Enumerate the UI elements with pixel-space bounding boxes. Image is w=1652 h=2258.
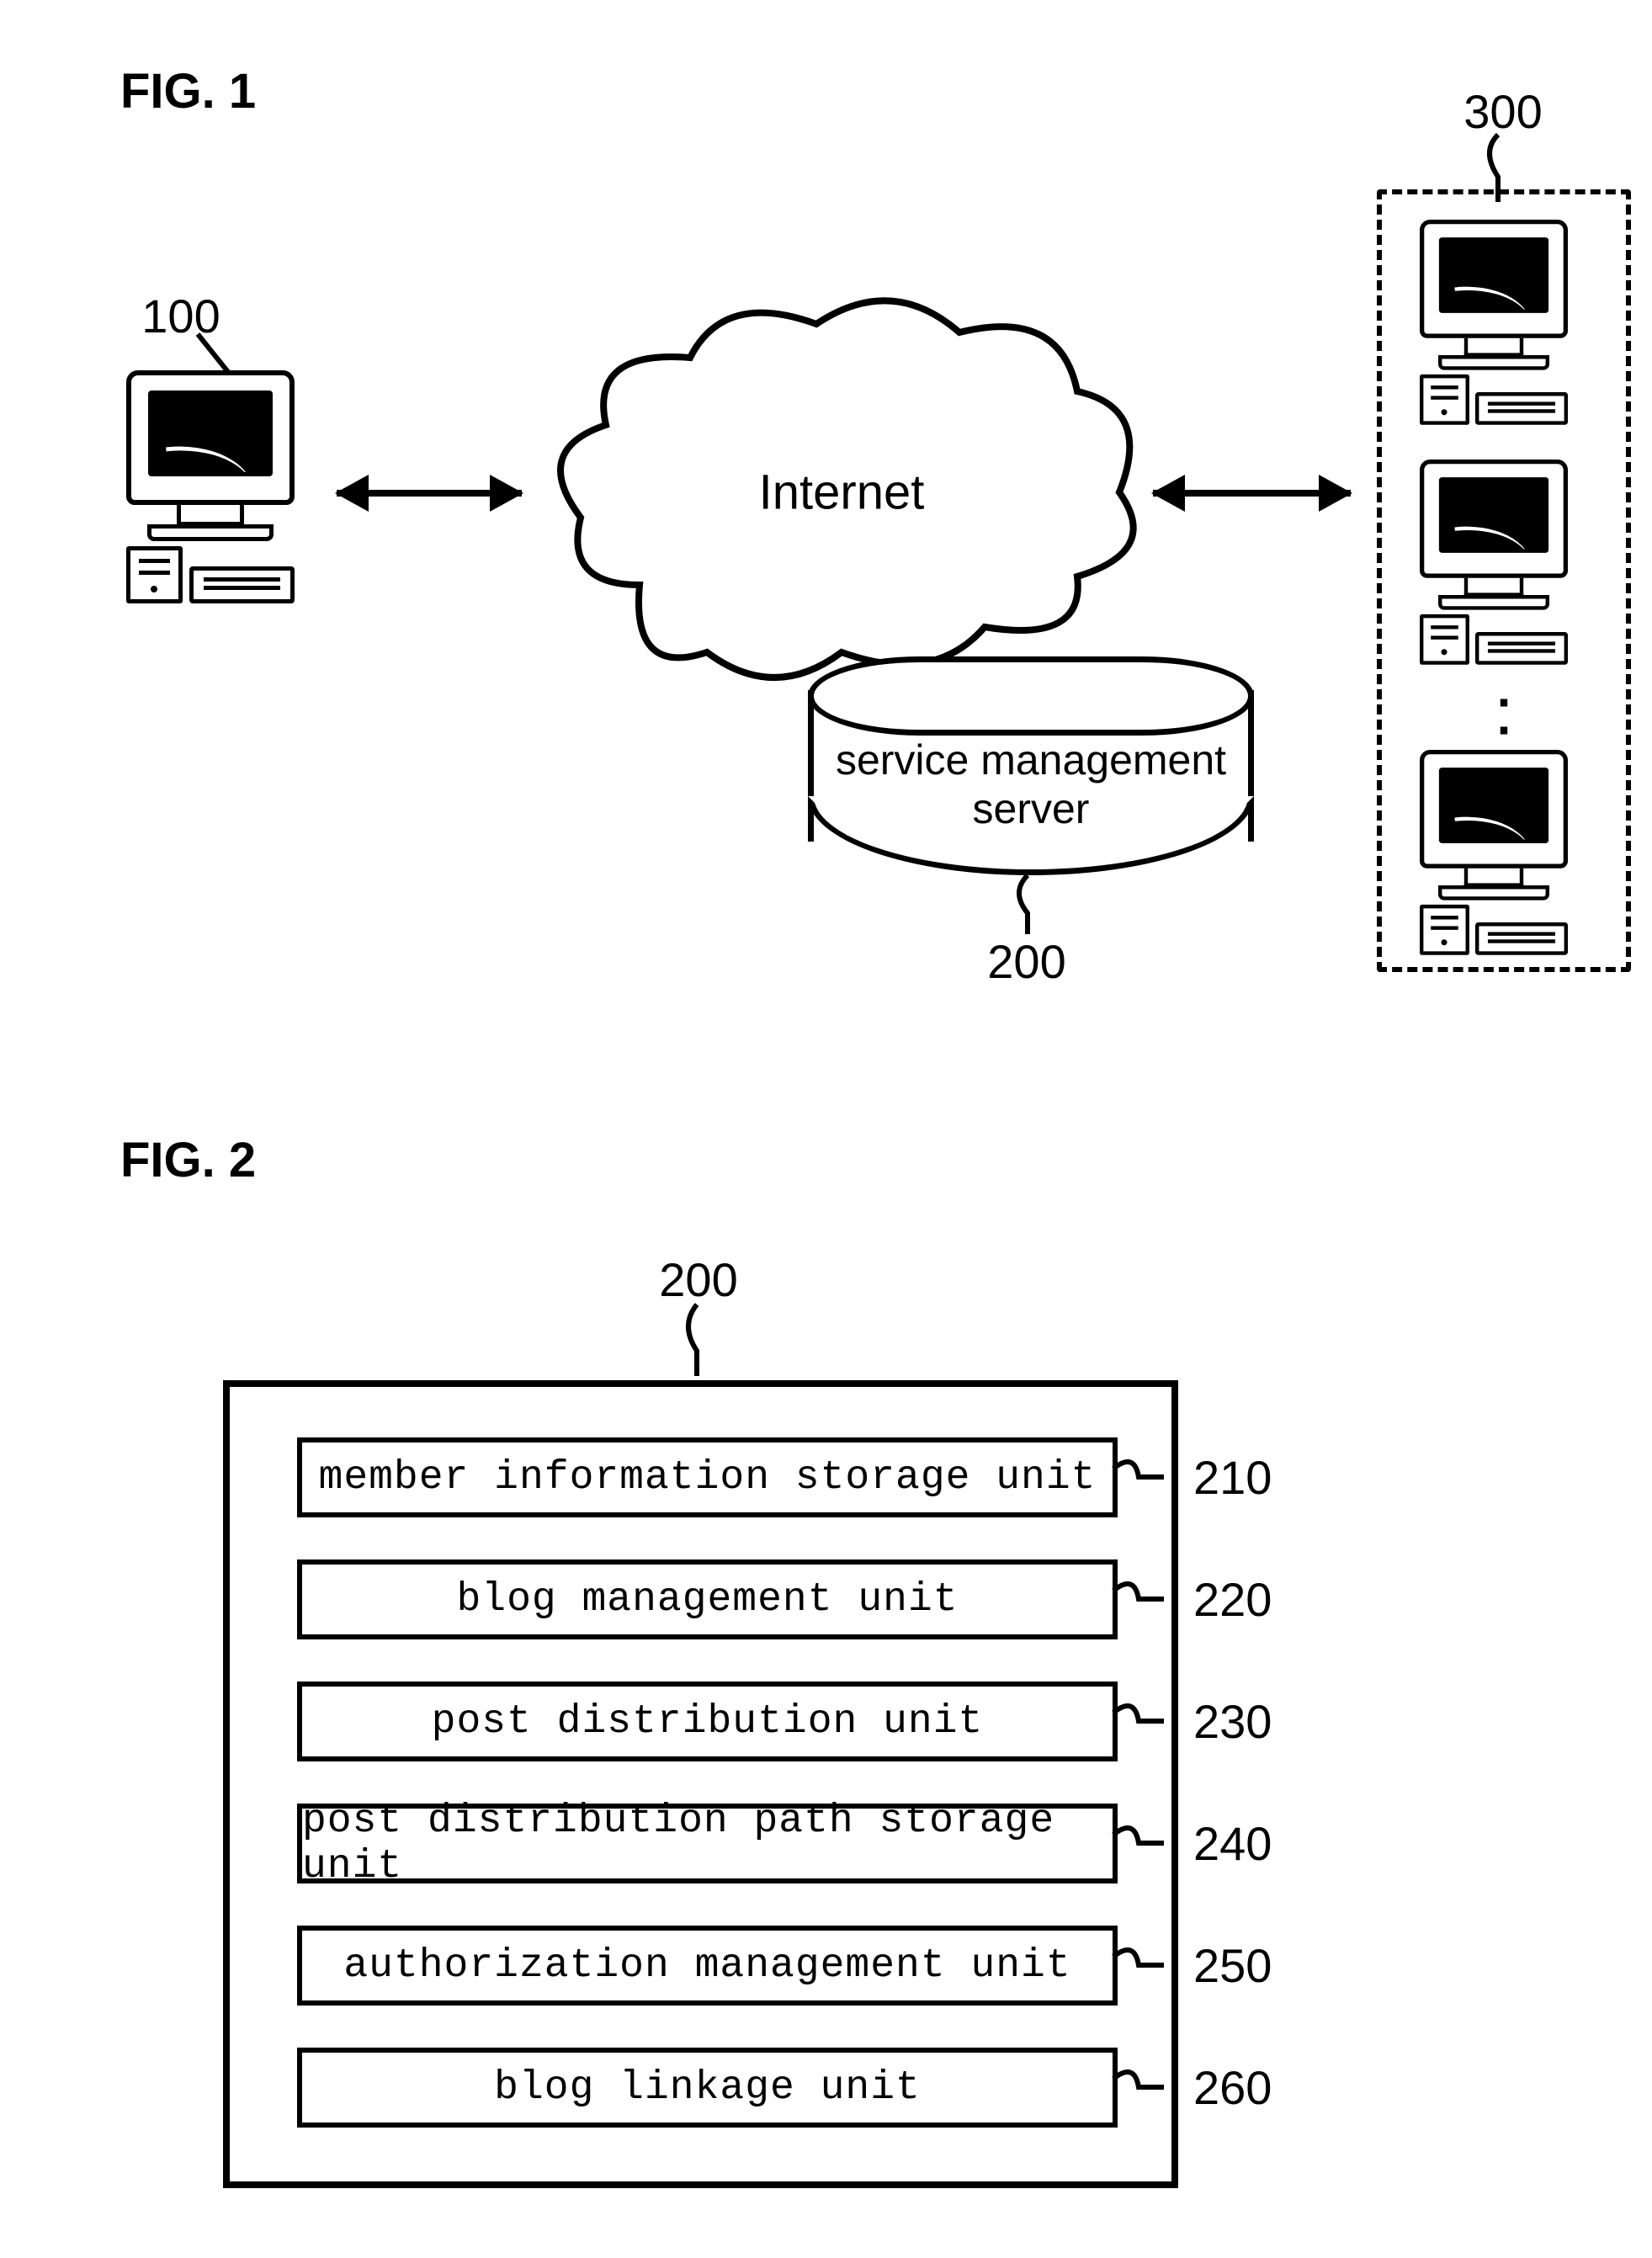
lead-line-230 bbox=[1109, 1675, 1168, 1751]
server-label-line1: service management bbox=[836, 736, 1226, 784]
ref-210: 210 bbox=[1193, 1450, 1272, 1505]
group-computer-2 bbox=[1420, 460, 1568, 665]
server-block: member information storage unit blog man… bbox=[223, 1380, 1178, 2188]
lead-line-210 bbox=[1109, 1431, 1168, 1506]
unit-box-post-path-storage: post distribution path storage unit bbox=[297, 1804, 1118, 1883]
ref-250: 250 bbox=[1193, 1938, 1272, 1993]
server-label-line2: server bbox=[973, 785, 1090, 832]
lead-line-fig2-200 bbox=[667, 1300, 726, 1380]
group-computer-1 bbox=[1420, 220, 1568, 425]
ref-260: 260 bbox=[1193, 2060, 1272, 2115]
ref-230: 230 bbox=[1193, 1694, 1272, 1749]
page: FIG. 1 300 ··· bbox=[0, 0, 1652, 2258]
fig2-ref-200: 200 bbox=[648, 1252, 749, 1307]
service-management-server: service management server bbox=[808, 656, 1254, 875]
unit-row-210: member information storage unit bbox=[297, 1437, 1118, 1517]
unit-row-230: post distribution unit bbox=[297, 1682, 1118, 1761]
cloud-label: Internet bbox=[759, 465, 925, 521]
client-computer bbox=[126, 370, 295, 603]
unit-row-240: post distribution path storage unit bbox=[297, 1804, 1118, 1883]
unit-box-member-info: member information storage unit bbox=[297, 1437, 1118, 1517]
arrow-internet-group bbox=[1153, 490, 1351, 497]
lead-line-240 bbox=[1109, 1797, 1168, 1873]
internet-cloud: Internet bbox=[539, 282, 1145, 703]
ref-200: 200 bbox=[976, 934, 1077, 989]
lead-line-260 bbox=[1109, 2041, 1168, 2117]
client-group-box: ··· bbox=[1377, 189, 1631, 972]
figure-1-label: FIG. 1 bbox=[120, 63, 256, 120]
unit-box-blog-management: blog management unit bbox=[297, 1559, 1118, 1639]
figure-2-label: FIG. 2 bbox=[120, 1132, 256, 1188]
lead-line-220 bbox=[1109, 1553, 1168, 1628]
lead-line-250 bbox=[1109, 1919, 1168, 1995]
unit-box-blog-linkage: blog linkage unit bbox=[297, 2048, 1118, 2128]
unit-row-220: blog management unit bbox=[297, 1559, 1118, 1639]
arrow-client-internet bbox=[337, 490, 522, 497]
unit-box-post-distribution: post distribution unit bbox=[297, 1682, 1118, 1761]
ref-220: 220 bbox=[1193, 1572, 1272, 1627]
unit-box-authorization: authorization management unit bbox=[297, 1926, 1118, 2006]
lead-line-200 bbox=[998, 871, 1057, 938]
group-computer-3 bbox=[1420, 750, 1568, 955]
unit-row-250: authorization management unit bbox=[297, 1926, 1118, 2006]
ref-240: 240 bbox=[1193, 1816, 1272, 1871]
unit-row-260: blog linkage unit bbox=[297, 2048, 1118, 2128]
